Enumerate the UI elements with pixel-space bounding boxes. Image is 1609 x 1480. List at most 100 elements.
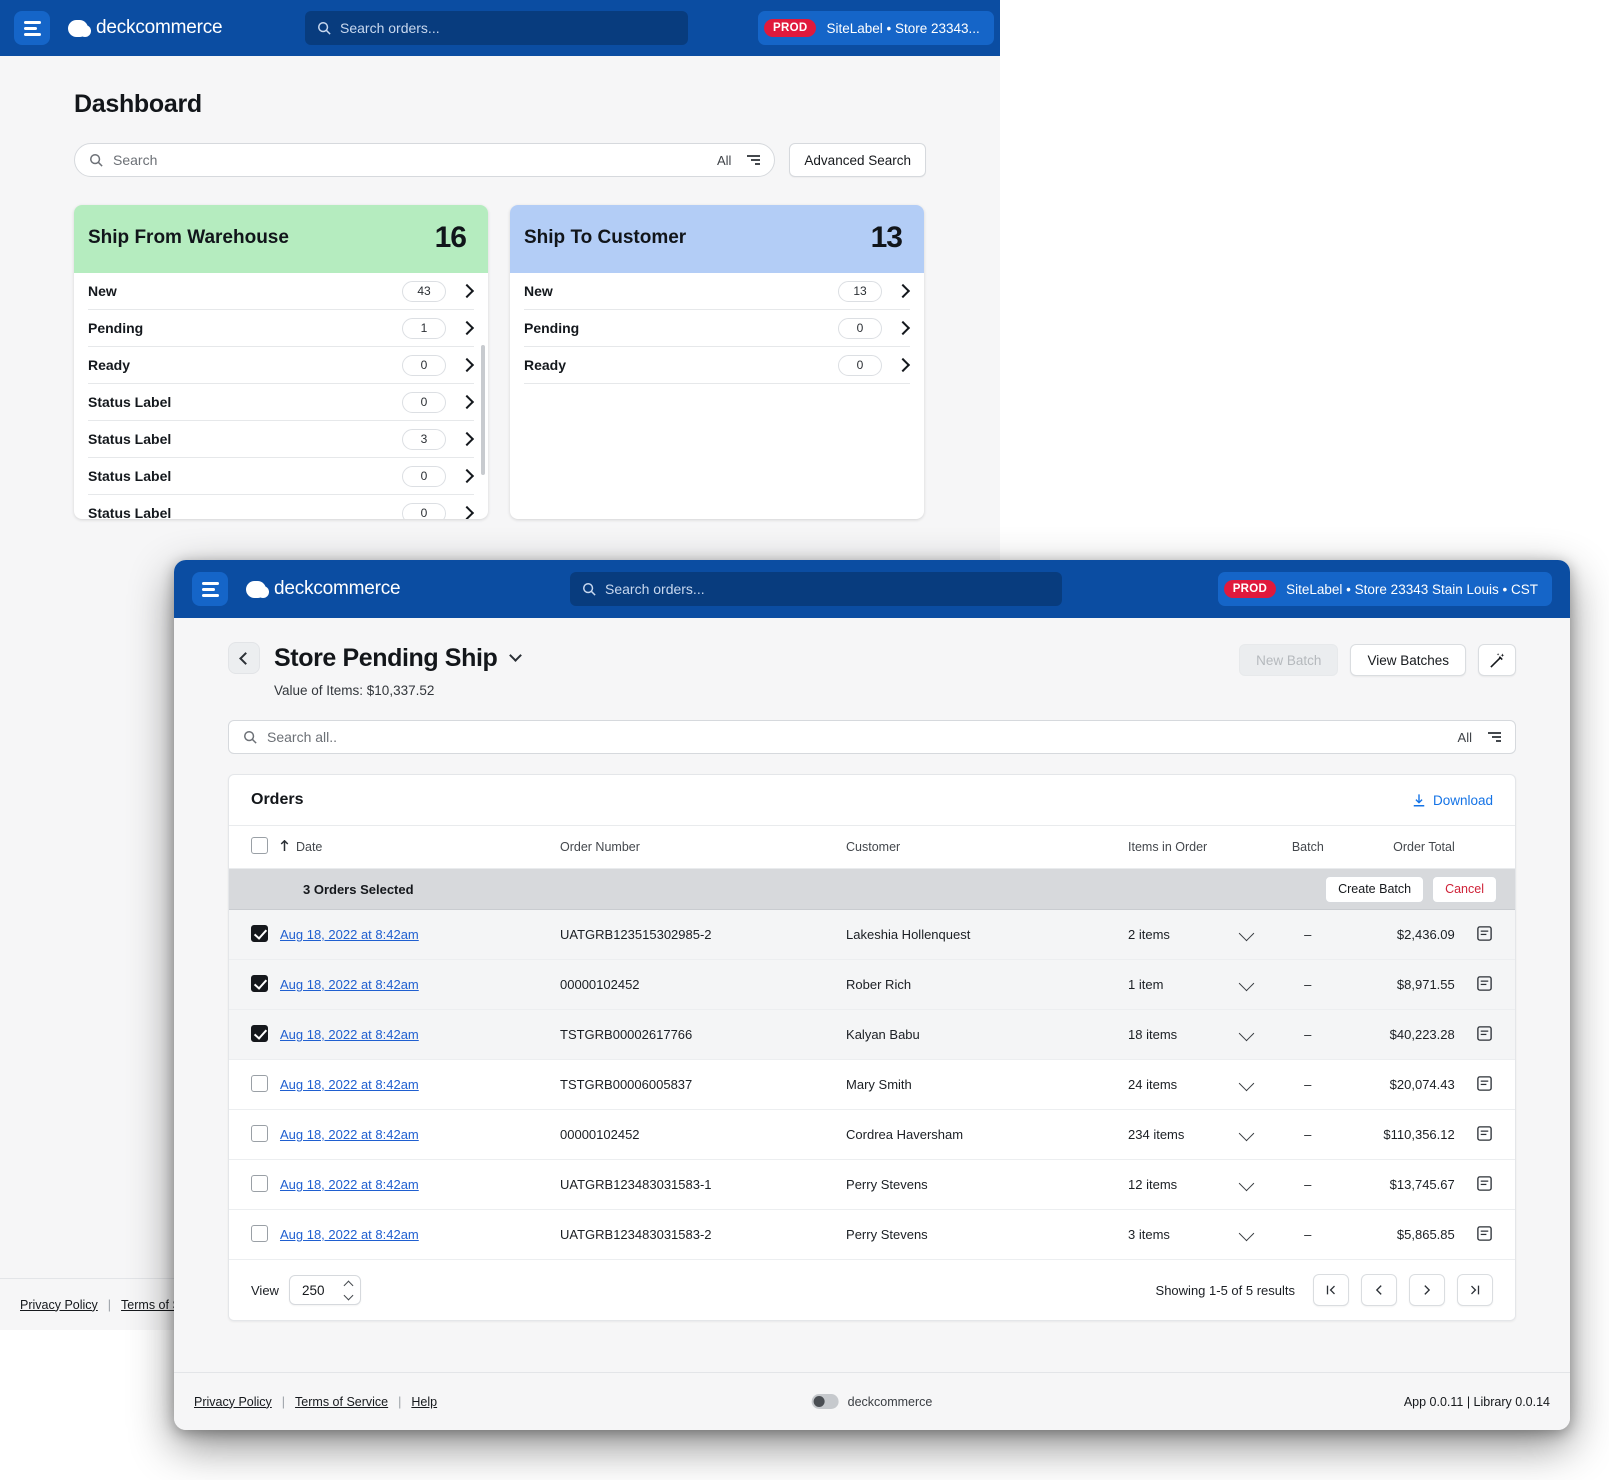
row-checkbox[interactable] [251,1074,268,1092]
store-selector[interactable]: PROD SiteLabel • Store 23343... [758,11,994,45]
chevron-right-icon[interactable] [459,468,475,484]
chevron-right-icon[interactable] [459,431,475,447]
view-batches-button[interactable]: View Batches [1350,644,1466,676]
magic-wand-button[interactable] [1478,644,1516,676]
search-orders-input[interactable]: Search orders... [305,11,688,45]
chevron-right-icon[interactable] [895,357,911,373]
note-icon[interactable] [1476,1225,1493,1245]
column-date[interactable]: Date [279,826,560,869]
back-button[interactable] [228,642,260,674]
chevron-right-icon[interactable] [459,320,475,336]
order-date-link[interactable]: Aug 18, 2022 at 8:42am [280,1077,419,1092]
list-item[interactable]: Status Label 3 [88,421,475,458]
row-note-cell[interactable] [1454,1059,1515,1110]
list-item[interactable]: New 13 [524,273,911,310]
list-item[interactable]: New 43 [88,273,475,310]
list-item[interactable]: Status Label 0 [88,458,475,495]
next-page-button[interactable] [1409,1274,1445,1306]
cancel-selection-button[interactable]: Cancel [1432,875,1497,903]
list-item[interactable]: Status Label 0 [88,495,475,519]
filter-icon[interactable] [747,155,761,165]
row-note-cell[interactable] [1454,909,1515,960]
order-date-link[interactable]: Aug 18, 2022 at 8:42am [280,927,419,942]
order-date-link[interactable]: Aug 18, 2022 at 8:42am [280,1127,419,1142]
first-page-button[interactable] [1313,1274,1349,1306]
order-date-link[interactable]: Aug 18, 2022 at 8:42am [280,1177,419,1192]
select-all-checkbox[interactable] [251,837,268,854]
help-link[interactable]: Help [411,1395,437,1409]
privacy-policy-link[interactable]: Privacy Policy [20,1298,98,1312]
stepper-arrows-icon[interactable] [343,1280,354,1300]
menu-icon[interactable] [14,11,50,45]
list-item[interactable]: Pending 1 [88,310,475,347]
table-row[interactable]: Aug 18, 2022 at 8:42am TSTGRB00006005837… [229,1059,1515,1110]
chevron-down-icon[interactable] [509,649,523,662]
row-note-cell[interactable] [1454,1159,1515,1210]
order-date-link[interactable]: Aug 18, 2022 at 8:42am [280,1227,419,1242]
column-order-number[interactable]: Order Number [560,826,847,869]
search-orders-input[interactable]: Search orders... [570,572,1062,606]
note-icon[interactable] [1476,1175,1493,1195]
row-expand-cell[interactable] [1238,959,1278,1010]
table-row[interactable]: Aug 18, 2022 at 8:42am UATGRB12348303158… [229,1209,1515,1260]
row-checkbox[interactable] [251,974,268,992]
previous-page-button[interactable] [1361,1274,1397,1306]
chevron-right-icon[interactable] [895,283,911,299]
column-items-in-order[interactable]: Items in Order [1128,826,1242,869]
menu-icon[interactable] [192,572,228,606]
table-row[interactable]: Aug 18, 2022 at 8:42am 00000102452 Rober… [229,959,1515,1010]
download-button[interactable]: Download [1412,793,1493,808]
row-note-cell[interactable] [1454,1009,1515,1060]
chevron-down-icon[interactable] [1238,975,1255,992]
note-icon[interactable] [1476,1125,1493,1145]
row-expand-cell[interactable] [1238,1009,1278,1060]
search-all-input[interactable]: Search all.. All [228,720,1516,754]
chevron-down-icon[interactable] [1238,1025,1255,1042]
row-checkbox[interactable] [251,1224,268,1242]
row-checkbox[interactable] [251,1024,268,1042]
chevron-right-icon[interactable] [459,394,475,410]
note-icon[interactable] [1476,925,1493,945]
note-icon[interactable] [1476,1025,1493,1045]
page-size-stepper[interactable]: 250 [288,1275,361,1305]
table-row[interactable]: Aug 18, 2022 at 8:42am UATGRB12351530298… [229,909,1515,960]
row-note-cell[interactable] [1454,959,1515,1010]
store-selector[interactable]: PROD SiteLabel • Store 23343 Stain Louis… [1217,572,1552,606]
table-row[interactable]: Aug 18, 2022 at 8:42am TSTGRB00002617766… [229,1009,1515,1060]
order-date-link[interactable]: Aug 18, 2022 at 8:42am [280,977,419,992]
chevron-right-icon[interactable] [459,505,475,519]
table-row[interactable]: Aug 18, 2022 at 8:42am UATGRB12348303158… [229,1159,1515,1210]
search-input[interactable]: Search All [74,143,776,177]
row-checkbox[interactable] [251,1174,268,1192]
chevron-down-icon[interactable] [1238,925,1255,942]
row-note-cell[interactable] [1454,1109,1515,1160]
row-expand-cell[interactable] [1238,1209,1278,1260]
row-checkbox[interactable] [251,1124,268,1142]
chevron-right-icon[interactable] [459,283,475,299]
column-batch[interactable]: Batch [1277,826,1339,869]
row-note-cell[interactable] [1454,1209,1515,1260]
chevron-right-icon[interactable] [459,357,475,373]
theme-toggle[interactable] [811,1394,839,1409]
list-item[interactable]: Status Label 0 [88,384,475,421]
order-date-link[interactable]: Aug 18, 2022 at 8:42am [280,1027,419,1042]
note-icon[interactable] [1476,975,1493,995]
chevron-right-icon[interactable] [895,320,911,336]
chevron-down-icon[interactable] [1238,1225,1255,1242]
row-expand-cell[interactable] [1238,909,1278,960]
row-checkbox[interactable] [251,924,268,942]
column-customer[interactable]: Customer [846,826,1129,869]
note-icon[interactable] [1476,1075,1493,1095]
chevron-down-icon[interactable] [1238,1175,1255,1192]
chevron-down-icon[interactable] [1238,1125,1255,1142]
list-item[interactable]: Pending 0 [524,310,911,347]
create-batch-button[interactable]: Create Batch [1325,875,1425,903]
row-expand-cell[interactable] [1238,1059,1278,1110]
row-expand-cell[interactable] [1238,1159,1278,1210]
row-expand-cell[interactable] [1238,1109,1278,1160]
privacy-policy-link[interactable]: Privacy Policy [194,1395,272,1409]
table-row[interactable]: Aug 18, 2022 at 8:42am 00000102452 Cordr… [229,1109,1515,1160]
list-item[interactable]: Ready 0 [524,347,911,384]
filter-icon[interactable] [1488,732,1501,742]
chevron-down-icon[interactable] [1238,1075,1255,1092]
